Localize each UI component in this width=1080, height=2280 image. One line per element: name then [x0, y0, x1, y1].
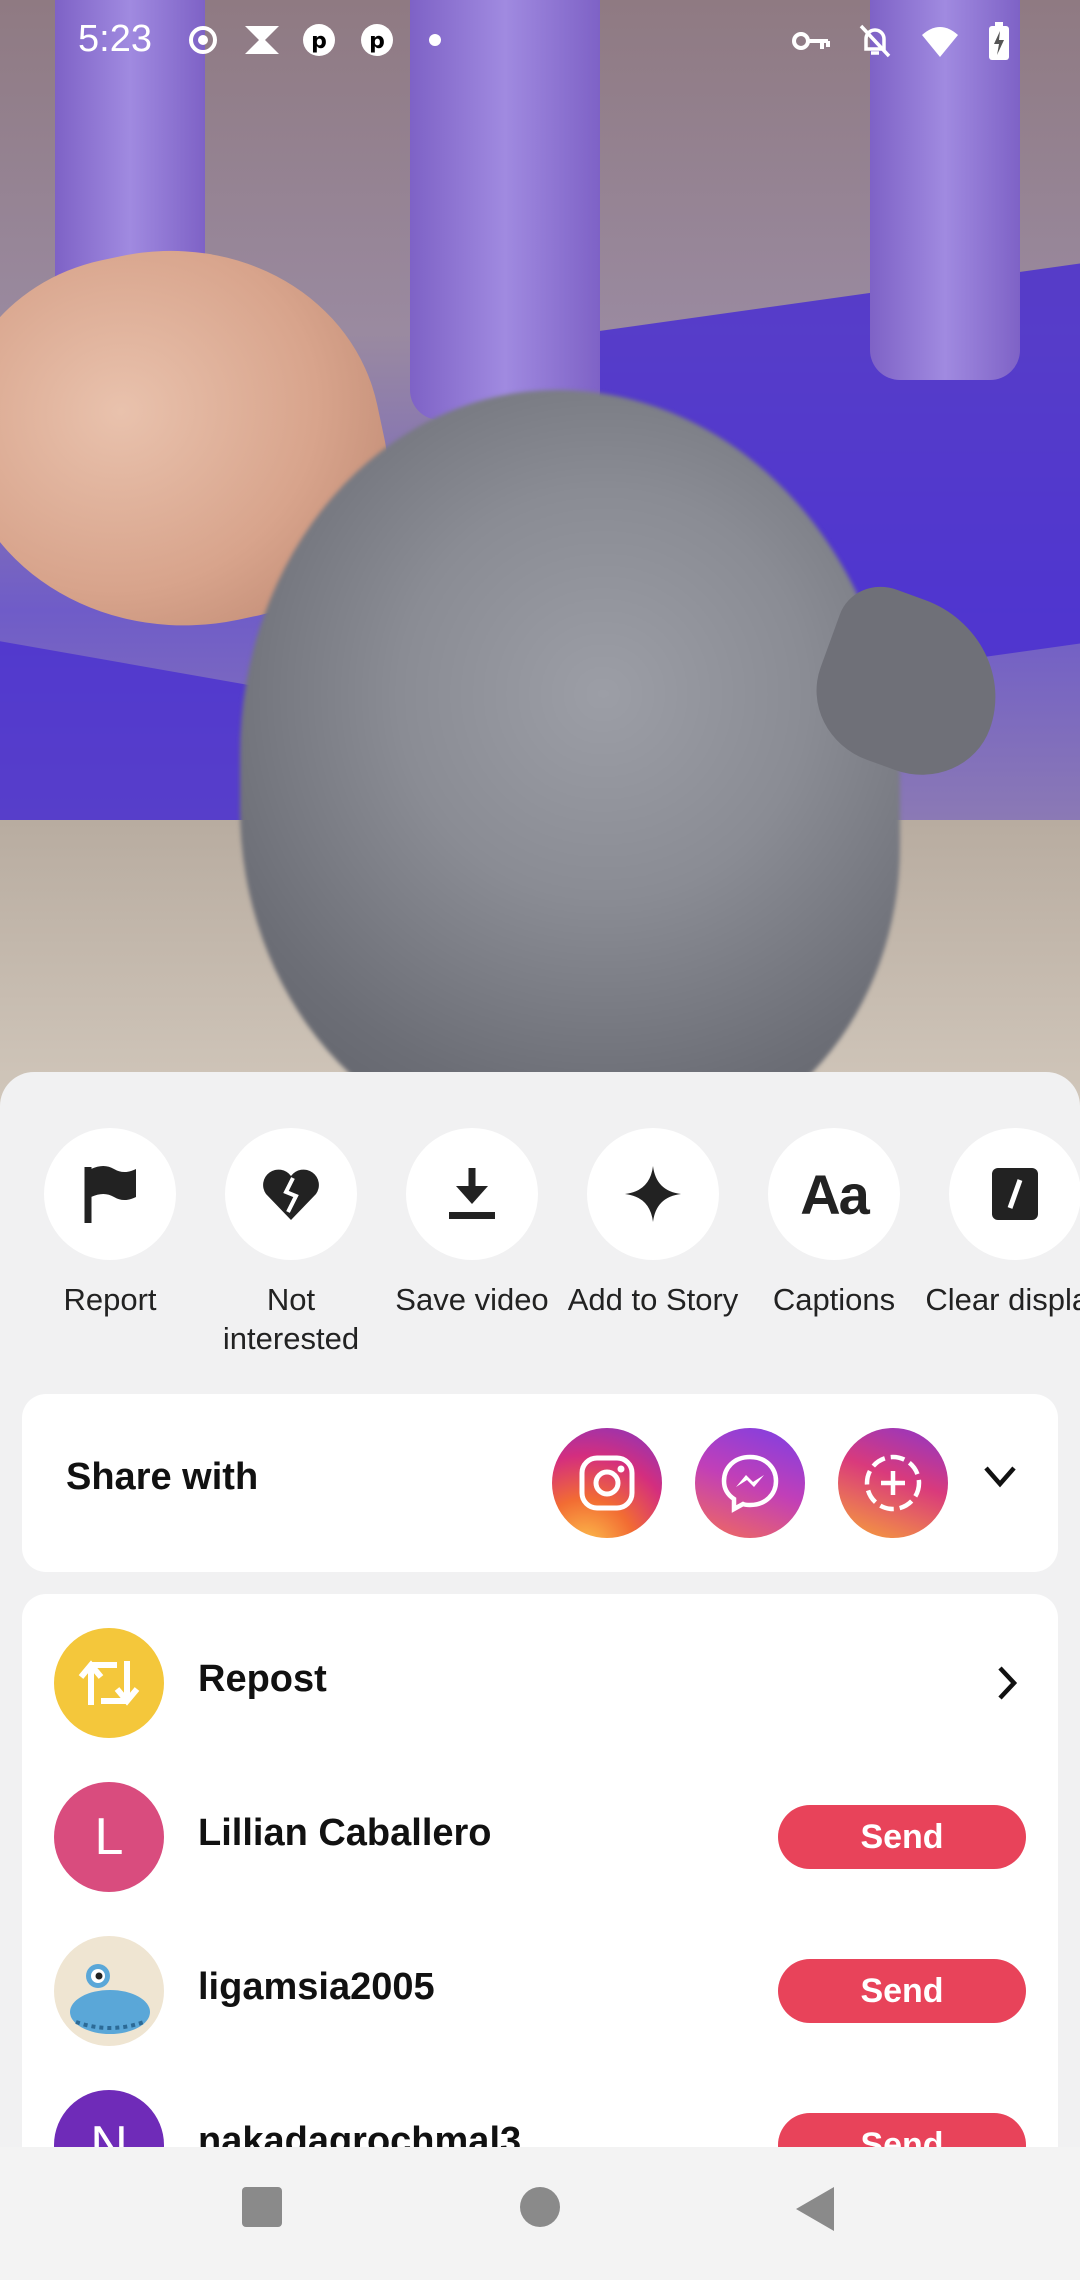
add-story-icon[interactable] [838, 1428, 948, 1538]
send-button[interactable]: Send [778, 1805, 1026, 1869]
vpn-key-icon [792, 29, 830, 58]
contact-name: Lillian Caballero [198, 1812, 492, 1854]
home-button[interactable] [518, 2185, 562, 2234]
send-to-list: Repost L Lillian Caballero Send ligamsia… [22, 1594, 1058, 2147]
share-sheet: Report Not interested Save video Add to … [0, 1072, 1080, 2147]
status-time: 5:23 [78, 18, 152, 60]
avatar: N [54, 2090, 164, 2147]
share-with-card: Share with [22, 1394, 1058, 1572]
action-label: Report [63, 1282, 157, 1317]
captions-button[interactable]: Aa Captions [744, 1128, 924, 1319]
send-button[interactable]: Send [778, 1959, 1026, 2023]
contact-name: nakadagrochmal3 [198, 2120, 522, 2147]
download-icon [406, 1128, 538, 1260]
repost-label: Repost [198, 1658, 327, 1700]
not-interested-button[interactable]: Not interested [201, 1128, 381, 1358]
clear-display-button[interactable]: Clear display [925, 1128, 1080, 1319]
system-nav-bar [0, 2147, 1080, 2280]
expand-chevron-icon[interactable] [978, 1454, 1022, 1503]
avatar [54, 1936, 164, 2046]
wifi-icon [920, 25, 960, 62]
svg-text:p: p [311, 29, 327, 54]
repost-row[interactable]: Repost [22, 1618, 1058, 1748]
list-item[interactable]: L Lillian Caballero Send [22, 1772, 1058, 1902]
report-button[interactable]: Report [20, 1128, 200, 1319]
avatar: L [54, 1782, 164, 1892]
broken-heart-icon [225, 1128, 357, 1260]
repost-icon [54, 1628, 164, 1738]
dot-icon [417, 22, 453, 58]
bell-off-icon [858, 23, 892, 64]
action-label: Save video [395, 1282, 549, 1317]
clear-display-icon [949, 1128, 1080, 1260]
recents-button[interactable] [240, 2185, 284, 2234]
record-icon [185, 22, 221, 58]
action-label: Not interested [222, 1282, 360, 1356]
back-button[interactable] [794, 2185, 838, 2238]
action-row: Report Not interested Save video Add to … [0, 1128, 1080, 1388]
status-bar: 5:23 p p [0, 0, 1080, 90]
captions-icon: Aa [768, 1128, 900, 1260]
action-label: Captions [772, 1282, 896, 1317]
battery-charging-icon [988, 22, 1010, 65]
list-item[interactable]: N nakadagrochmal3 Send [22, 2080, 1058, 2147]
svg-text:p: p [369, 29, 385, 54]
add-to-story-button[interactable]: Add to Story [563, 1128, 743, 1319]
pinterest-icon: p [359, 22, 395, 58]
save-video-button[interactable]: Save video [382, 1128, 562, 1319]
messenger-icon[interactable] [695, 1428, 805, 1538]
action-label: Add to Story [567, 1282, 739, 1317]
send-button[interactable]: Send [778, 2113, 1026, 2147]
pinterest-icon: p [301, 22, 337, 58]
chevron-right-icon [992, 1662, 1022, 1709]
contact-name: ligamsia2005 [198, 1966, 435, 2008]
instagram-icon[interactable] [552, 1428, 662, 1538]
flag-icon [44, 1128, 176, 1260]
bookmark-app-icon [243, 22, 279, 58]
video-player[interactable] [0, 0, 1080, 1110]
list-item[interactable]: ligamsia2005 Send [22, 1926, 1058, 2056]
share-with-title: Share with [66, 1456, 259, 1498]
action-label: Clear display [925, 1282, 1080, 1317]
sparkle-icon [587, 1128, 719, 1260]
